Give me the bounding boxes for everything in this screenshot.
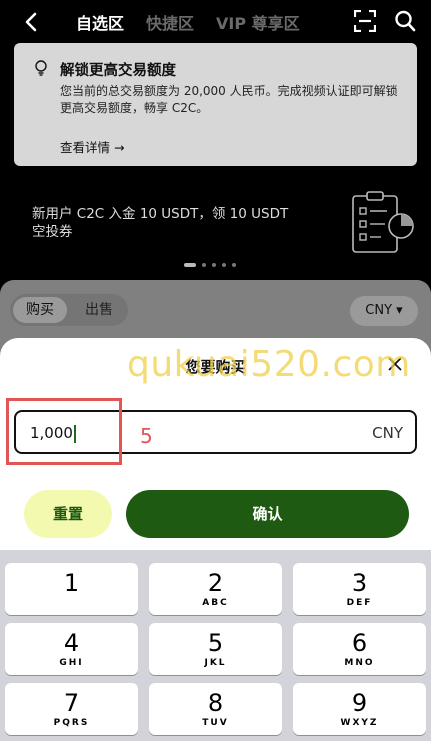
key-3[interactable]: 3 DEF [293, 563, 426, 615]
lightbulb-icon [35, 60, 47, 76]
scan-icon[interactable] [354, 10, 376, 32]
carousel-dot[interactable] [222, 263, 226, 267]
key-digit: 2 [207, 569, 224, 597]
key-letters: JKL [204, 658, 227, 668]
reset-button[interactable]: 重置 [24, 490, 112, 538]
trade-limit-notice: 解锁更高交易额度 您当前的总交易额度为 20,000 人民币。完成视频认证即可解… [14, 43, 417, 166]
notice-description: 您当前的总交易额度为 20,000 人民币。完成视频认证即可解锁更高交易额度，畅… [60, 84, 398, 115]
key-1[interactable]: 1 [5, 563, 138, 615]
carousel-indicator [184, 263, 236, 267]
key-digit: 5 [207, 629, 224, 657]
watermark: qukuai520.com [127, 344, 411, 385]
annotation-highlight-box [6, 398, 122, 465]
top-nav: 自选区 快捷区 VIP 尊享区 [0, 0, 431, 44]
key-digit: 6 [351, 629, 368, 657]
key-letters: WXYZ [340, 718, 379, 728]
search-icon[interactable] [394, 9, 416, 33]
sell-tab[interactable]: 出售 [72, 297, 126, 323]
key-letters: ABC [202, 598, 229, 608]
key-digit: 1 [63, 569, 80, 597]
key-letters: MNO [344, 658, 375, 668]
carousel-dot[interactable] [212, 263, 216, 267]
key-digit: 3 [351, 569, 368, 597]
view-details-link[interactable]: 查看详情 → [60, 137, 124, 156]
key-digit: 8 [207, 689, 224, 717]
numeric-keypad: 1 2 ABC 3 DEF 4 GHI 5 JKL 6 MNO 7 PQRS 8 TUV 9W… [0, 550, 431, 741]
checklist-clipboard-icon [352, 191, 414, 253]
key-4[interactable]: 4 GHI [5, 623, 138, 675]
back-arrow-icon[interactable] [20, 10, 42, 34]
tab-watchlist-zone[interactable]: 自选区 [76, 10, 124, 34]
key-letters: TUV [202, 718, 229, 728]
notice-title: 解锁更高交易额度 [60, 63, 176, 79]
tab-vip-zone[interactable]: VIP 尊享区 [216, 10, 300, 34]
promo-text[interactable]: 新用户 C2C 入金 10 USDT，领 10 USDT 空投券 [32, 205, 302, 241]
key-6[interactable]: 6 MNO [293, 623, 426, 675]
zone-tabs: 自选区 快捷区 VIP 尊享区 [76, 10, 300, 34]
confirm-button[interactable]: 确认 [126, 490, 409, 538]
carousel-dot[interactable] [232, 263, 236, 267]
annotation-step-number: 5 [140, 424, 153, 448]
key-letters: GHI [59, 658, 84, 668]
key-digit: 9 [351, 689, 368, 717]
tab-express-zone[interactable]: 快捷区 [146, 10, 194, 34]
key-letters: PQRS [53, 718, 90, 728]
carousel-dot-active[interactable] [184, 263, 196, 267]
key-digit: 7 [63, 689, 80, 717]
buy-tab[interactable]: 购买 [13, 297, 67, 323]
key-2[interactable]: 2 ABC [149, 563, 282, 615]
key-7[interactable]: 7 PQRS [5, 683, 138, 735]
key-9[interactable]: 9 WXYZ [293, 683, 426, 735]
amount-currency: CNY [372, 424, 403, 442]
carousel-dot[interactable] [202, 263, 206, 267]
key-letters: DEF [346, 598, 373, 608]
key-5[interactable]: 5 JKL [149, 623, 282, 675]
key-digit: 4 [63, 629, 80, 657]
currency-dropdown[interactable]: CNY ▾ [350, 296, 418, 326]
key-8[interactable]: 8 TUV [149, 683, 282, 735]
